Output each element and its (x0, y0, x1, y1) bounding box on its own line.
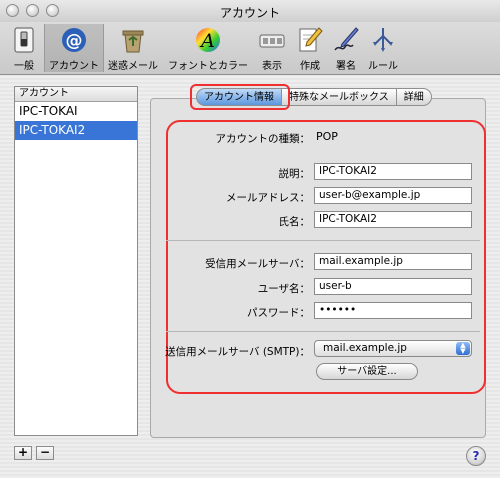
account-type-value: POP (316, 130, 338, 143)
password-label: パスワード： (247, 307, 310, 319)
toolbar-accounts[interactable]: @ アカウント (44, 24, 104, 72)
toolbar-label: 表示 (262, 61, 282, 72)
help-button[interactable]: ? (466, 446, 486, 466)
toolbar-junk-mail[interactable]: 迷惑メール (106, 24, 160, 72)
incoming-server-field[interactable]: mail.example.jp (314, 253, 472, 270)
username-label: ユーザ名： (257, 283, 310, 295)
toolbar-label: 作成 (300, 61, 320, 72)
title-bar: アカウント (0, 0, 500, 23)
toolbar-label: フォントとカラー (168, 61, 248, 72)
window-title: アカウント (219, 6, 280, 20)
recycle-icon (119, 26, 147, 54)
tab-special-mailboxes[interactable]: 特殊なメールボックス (282, 88, 397, 106)
server-settings-button[interactable]: サーバ設定... (316, 363, 418, 380)
description-field[interactable]: IPC-TOKAI2 (314, 163, 472, 180)
separator (166, 331, 480, 332)
username-field[interactable]: user-b (314, 278, 472, 295)
highlight-annotation-tab (190, 84, 290, 110)
remove-account-button[interactable]: − (36, 446, 54, 460)
add-account-button[interactable]: + (14, 446, 32, 460)
toolbar-label: 一般 (14, 61, 34, 72)
toolbar-signatures[interactable]: 署名 (330, 24, 362, 72)
toolbar-general[interactable]: 一般 (8, 24, 40, 72)
rules-icon (369, 26, 397, 54)
signature-icon (332, 26, 360, 54)
toolbar: 一般 @ アカウント 迷惑メール A フォントとカラー 表示 作成 署名 ルール (0, 22, 500, 75)
account-type-label: アカウントの種類： (215, 133, 311, 145)
svg-text:@: @ (66, 31, 83, 51)
toolbar-compose[interactable]: 作成 (296, 24, 324, 72)
smtp-server-label: 送信用メールサーバ (SMTP)： (165, 346, 310, 358)
account-list-header: アカウント (15, 87, 137, 102)
svg-text:A: A (199, 30, 215, 52)
account-list-item[interactable]: IPC-TOKAI (15, 102, 137, 121)
at-sign-icon: @ (60, 26, 88, 54)
email-label: メールアドレス： (226, 192, 310, 204)
description-label: 説明： (278, 168, 311, 180)
toolbar-fonts-colors[interactable]: A フォントとカラー (166, 24, 250, 72)
incoming-server-label: 受信用メールサーバ： (205, 258, 310, 270)
separator (166, 240, 480, 241)
preferences-window: アカウント 一般 @ アカウント 迷惑メール A フォントとカラー 表示 作成 … (0, 0, 500, 478)
toolbar-label: アカウント (49, 61, 99, 72)
compose-icon (296, 26, 324, 54)
account-list-item-selected[interactable]: IPC-TOKAI2 (15, 121, 137, 140)
smtp-server-value: mail.example.jp (323, 342, 407, 354)
toolbar-label: 迷惑メール (108, 61, 158, 72)
fullname-label: 氏名： (278, 216, 311, 228)
fullname-field[interactable]: IPC-TOKAI2 (314, 211, 472, 228)
switch-icon (10, 26, 38, 54)
smtp-server-popup[interactable]: mail.example.jp ▲ ▼ (314, 340, 472, 357)
display-icon (258, 26, 286, 54)
toolbar-label: 署名 (336, 61, 356, 72)
toolbar-view[interactable]: 表示 (256, 24, 288, 72)
toolbar-rules[interactable]: ルール (366, 24, 400, 72)
toolbar-label: ルール (368, 61, 398, 72)
email-field[interactable]: user-b@example.jp (314, 187, 472, 204)
account-list[interactable]: アカウント IPC-TOKAI IPC-TOKAI2 (14, 86, 138, 436)
popup-arrows-icon: ▲ ▼ (456, 342, 470, 355)
font-color-icon: A (194, 26, 222, 54)
tab-advanced[interactable]: 詳細 (396, 88, 432, 106)
password-field[interactable]: •••••• (314, 302, 472, 319)
